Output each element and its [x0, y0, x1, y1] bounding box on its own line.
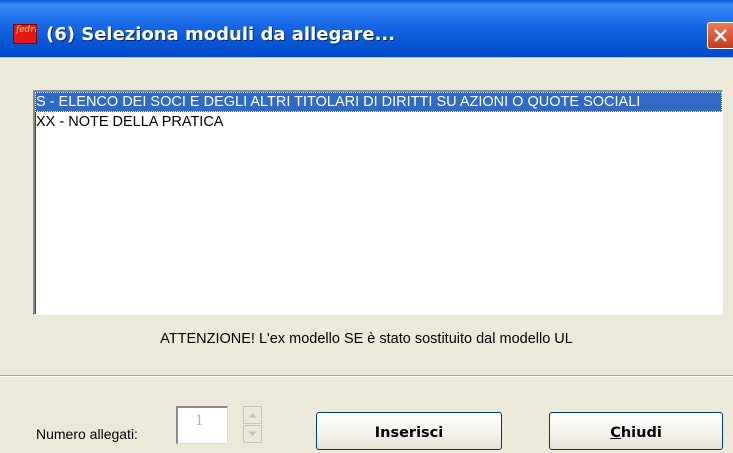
- spin-down-button[interactable]: [243, 425, 262, 443]
- divider-highlight: [0, 376, 733, 377]
- window-titlebar[interactable]: fedra (6) Seleziona moduli da allegare..…: [0, 0, 733, 57]
- arrow-down-icon: [248, 431, 257, 436]
- titlebar-divider: [0, 57, 733, 58]
- arrow-up-icon: [248, 413, 257, 418]
- spin-up-button[interactable]: [243, 406, 262, 424]
- window-title: (6) Seleziona moduli da allegare...: [46, 24, 396, 45]
- close-button-label: hiudi: [620, 425, 662, 441]
- list-item[interactable]: S - ELENCO DEI SOCI E DEGLI ALTRI TITOLA…: [35, 92, 722, 112]
- count-label: Numero allegati:: [36, 426, 138, 442]
- close-icon: [714, 29, 727, 42]
- close-window-button[interactable]: [707, 22, 733, 49]
- list-item[interactable]: XX - NOTE DELLA PRATICA: [35, 112, 722, 132]
- insert-button[interactable]: Inserisci: [316, 412, 502, 450]
- notice-text: ATTENZIONE! L'ex modello SE è stato sost…: [160, 331, 573, 347]
- close-button[interactable]: Chiudi: [549, 412, 723, 450]
- count-input[interactable]: 1: [176, 406, 228, 444]
- modules-listbox[interactable]: S - ELENCO DEI SOCI E DEGLI ALTRI TITOLA…: [33, 90, 723, 315]
- close-button-accesskey: C: [610, 425, 621, 441]
- app-logo-icon: fedra: [13, 24, 37, 44]
